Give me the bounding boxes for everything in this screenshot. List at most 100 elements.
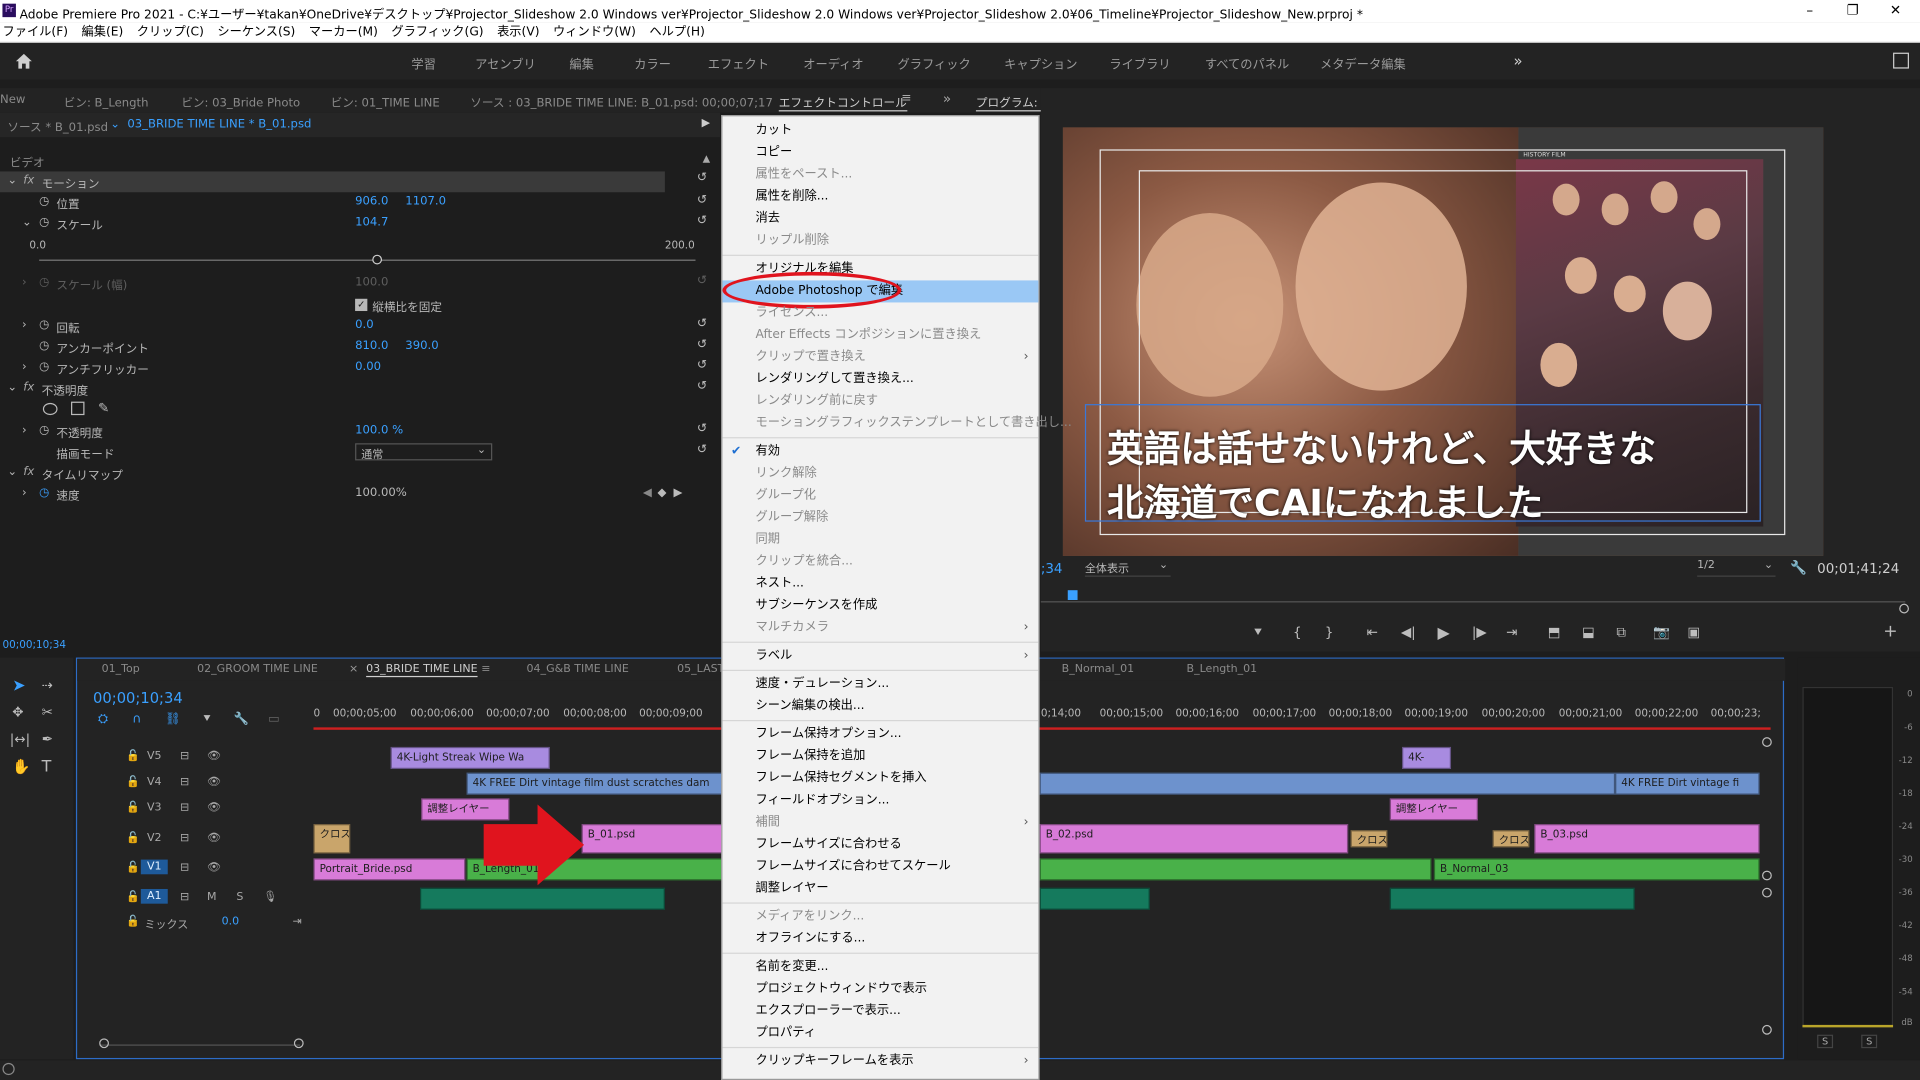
nest-icon[interactable]: ⛭ <box>98 713 108 726</box>
program-scrubber[interactable] <box>1040 585 1906 603</box>
ec-source-label[interactable]: ソース * B_01.psd <box>7 118 108 134</box>
audio-scroll-top-handle[interactable] <box>1762 887 1772 898</box>
mark-in-icon[interactable]: { <box>1293 624 1302 640</box>
solo-button[interactable]: S <box>236 891 243 903</box>
track-select-icon[interactable]: ⇢ <box>42 677 53 693</box>
share-icon[interactable] <box>1893 52 1909 69</box>
collapse-icon[interactable]: ⌄ <box>7 381 17 394</box>
tab-b-normal[interactable]: B_Normal_01 <box>1062 664 1134 676</box>
context-menu-item[interactable]: プロジェクトウィンドウで表示 <box>722 978 1038 1000</box>
clip-portrait-bride[interactable]: Portrait_Bride.psd <box>313 858 466 881</box>
ec-sequence-label[interactable]: 03_BRIDE TIME LINE * B_01.psd <box>127 118 311 131</box>
menu-clip[interactable]: クリップ(C) <box>137 22 204 43</box>
reset-icon[interactable]: ↺ <box>697 359 710 373</box>
context-menu-item[interactable]: フレーム保持を追加 <box>722 746 1038 768</box>
sync-lock-icon[interactable]: ⊟ <box>180 776 189 788</box>
restore-button[interactable]: ❐ <box>1840 2 1864 19</box>
next-keyframe-icon[interactable]: ▶ <box>673 486 682 499</box>
snap-icon[interactable]: ∩ <box>132 713 141 726</box>
step-back-icon[interactable]: ◀| <box>1401 624 1416 640</box>
lock-icon[interactable]: 🔓 <box>126 916 140 928</box>
workspace-assembly[interactable]: アセンブリ <box>475 54 536 72</box>
eye-icon[interactable]: 👁 <box>207 802 221 814</box>
timeline-hscroll[interactable] <box>99 1038 301 1046</box>
go-to-out-icon[interactable]: ⇥ <box>1506 624 1517 640</box>
context-menu-item[interactable]: フレーム保持セグメントを挿入 <box>722 768 1038 790</box>
context-menu-item[interactable]: フィールドオプション... <box>722 790 1038 812</box>
tab-b-length[interactable]: B_Length_01 <box>1187 664 1258 676</box>
menu-marker[interactable]: マーカー(M) <box>309 22 378 43</box>
collapse-icon[interactable]: ⌄ <box>7 465 17 478</box>
context-menu-item[interactable]: 消去 <box>722 208 1038 230</box>
workspace-all-panels[interactable]: すべてのパネル <box>1205 54 1289 72</box>
collapse-icon[interactable]: ⌄ <box>7 174 17 187</box>
audio-scroll-bottom-handle[interactable] <box>1762 1024 1772 1035</box>
reset-icon[interactable]: ↺ <box>697 215 710 229</box>
lock-icon[interactable]: 🔓 <box>126 891 140 903</box>
step-forward-icon[interactable]: |▶ <box>1472 624 1487 640</box>
lift-icon[interactable]: ⬒ <box>1548 624 1561 640</box>
reset-icon[interactable]: ↺ <box>697 318 710 331</box>
eye-icon[interactable]: 👁 <box>207 862 221 874</box>
context-menu-item[interactable]: 速度・デュレーション... <box>722 673 1038 695</box>
play-icon[interactable]: ▶ <box>1438 624 1450 642</box>
zoom-handle[interactable] <box>1899 603 1909 614</box>
clip-cross-dissolve[interactable]: クロス <box>313 824 351 854</box>
vscroll-top-handle[interactable] <box>1762 737 1772 747</box>
menu-window[interactable]: ウィンドウ(W) <box>553 22 636 43</box>
clip-b03[interactable]: B_03.psd <box>1534 824 1760 854</box>
ec-motion-row[interactable]: ⌄ fx モーション <box>0 171 665 193</box>
stopwatch-icon[interactable]: ◷ <box>39 486 49 499</box>
compare-icon[interactable]: ⧉ <box>1616 624 1626 641</box>
go-to-in-icon[interactable]: ⇤ <box>1367 624 1378 640</box>
context-menu-item[interactable]: 名前を変更... <box>722 956 1038 978</box>
linked-selection-icon[interactable]: ⛓ <box>165 713 181 726</box>
stopwatch-icon[interactable]: ◷ <box>39 424 49 437</box>
menu-help[interactable]: ヘルプ(H) <box>649 22 705 43</box>
workspace-editing[interactable]: 編集 <box>569 54 593 72</box>
menu-file[interactable]: ファイル(F) <box>2 22 68 43</box>
expand-timeline-icon[interactable]: ▶ <box>702 118 710 130</box>
reset-icon[interactable]: ↺ <box>697 172 710 186</box>
stopwatch-icon[interactable]: ◷ <box>39 339 49 352</box>
context-menu-item[interactable]: レンダリングして置き換え... <box>722 369 1038 391</box>
mix-value[interactable]: 0.0 <box>222 916 240 928</box>
lock-icon[interactable]: 🔓 <box>126 862 140 874</box>
collapse-icon[interactable]: ⌄ <box>22 216 32 229</box>
workspace-metadata[interactable]: メタデータ編集 <box>1320 54 1406 72</box>
context-menu-item[interactable]: ネスト... <box>722 573 1038 595</box>
lock-icon[interactable]: 🔓 <box>126 833 140 845</box>
clip-light-streak-2[interactable]: 4K- <box>1402 746 1452 769</box>
marker-icon[interactable]: ⯆ <box>202 713 212 726</box>
hscroll-left-handle[interactable] <box>99 1038 109 1049</box>
context-menu-item[interactable]: 属性を削除... <box>722 186 1038 208</box>
reset-icon[interactable]: ↺ <box>697 444 710 457</box>
mute-button[interactable]: M <box>207 891 217 903</box>
scale-slider-track[interactable] <box>39 259 696 261</box>
ec-timecode[interactable]: 00;00;10;34 <box>2 639 66 651</box>
eye-icon[interactable]: 👁 <box>207 833 221 845</box>
prev-keyframe-icon[interactable]: ◀ <box>643 486 652 499</box>
hscroll-right-handle[interactable] <box>293 1038 304 1049</box>
context-menu-item[interactable]: ラベル › <box>722 645 1038 667</box>
tab-bin-b-length[interactable]: ビン: B_Length <box>64 93 149 110</box>
context-menu-item[interactable]: フレームサイズに合わせる <box>722 834 1038 856</box>
context-menu-item[interactable]: クリップキーフレームを表示 › <box>722 1051 1038 1073</box>
mark-out-icon[interactable]: } <box>1325 624 1334 640</box>
timeline-menu-icon[interactable]: ≡ <box>481 664 490 676</box>
more-tabs-icon[interactable]: » <box>943 91 951 107</box>
lock-icon[interactable]: 🔓 <box>126 802 140 814</box>
tab-seq-top[interactable]: 01_Top <box>102 664 140 676</box>
zoom-level-select[interactable]: 全体表示 ⌄ <box>1084 560 1171 577</box>
menu-edit[interactable]: 編集(E) <box>82 22 124 43</box>
workspace-graphics[interactable]: グラフィック <box>898 54 971 72</box>
captions-icon[interactable]: ▭ <box>268 713 280 726</box>
clip-dirt-vintage-mid[interactable] <box>1039 772 1616 795</box>
context-menu-item[interactable]: コピー <box>722 142 1038 164</box>
pen-tool-icon[interactable]: ✒ <box>42 731 53 747</box>
position-y-value[interactable]: 1107.0 <box>405 195 446 208</box>
workspace-libraries[interactable]: ライブラリ <box>1109 54 1170 72</box>
lock-icon[interactable]: 🔓 <box>126 751 140 763</box>
tab-seq-last[interactable]: 05_LAST <box>677 664 724 676</box>
mic-icon[interactable]: 🎙 <box>263 891 277 903</box>
